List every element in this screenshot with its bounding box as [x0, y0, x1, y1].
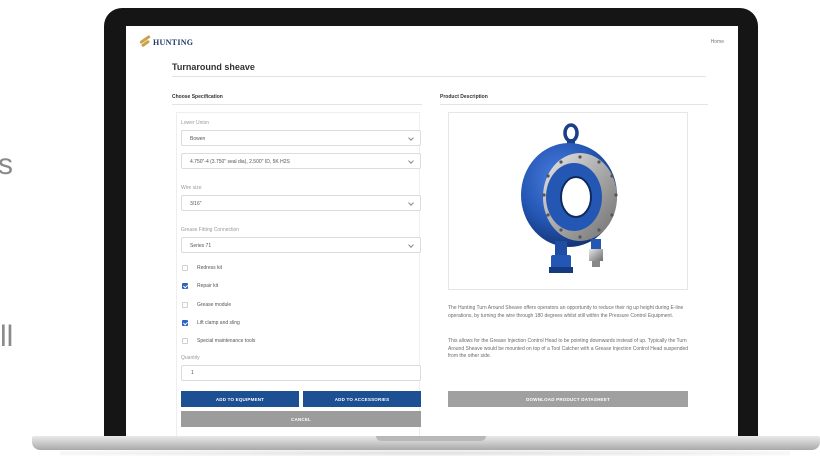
- add-to-accessories-button[interactable]: ADD TO ACCESSORIES: [303, 391, 421, 407]
- checkbox-repair-kit[interactable]: [182, 283, 188, 289]
- lower-union-value: Bowen: [190, 136, 206, 142]
- grease-fitting-select[interactable]: Series 71: [181, 237, 421, 253]
- cancel-button[interactable]: CANCEL: [181, 411, 421, 427]
- option-label: Lift clamp and sling: [197, 320, 240, 326]
- checkbox-special-tools[interactable]: [182, 338, 188, 344]
- checkbox-grease-module[interactable]: [182, 302, 188, 308]
- add-to-equipment-button[interactable]: ADD TO EQUIPMENT: [181, 391, 299, 407]
- option-label: Repair kit: [197, 283, 219, 289]
- union-size-select[interactable]: 4.750"-4 (3.750" seal dia), 2.500" ID, 5…: [181, 153, 421, 169]
- product-image-frame: [448, 112, 688, 290]
- quantity-label: Quantity: [181, 355, 200, 361]
- wire-size-select[interactable]: 3/16": [181, 195, 421, 211]
- stage: s ll HUNTING Home Turnaround sheave Choo…: [0, 0, 820, 458]
- chevron-down-icon: [408, 200, 414, 206]
- page-title: Turnaround sheave: [172, 62, 255, 72]
- option-grease-module[interactable]: Grease module: [182, 302, 231, 308]
- option-repair-kit[interactable]: Repair kit: [182, 283, 218, 289]
- description-paragraph-2: This allows for the Grease Injection Con…: [448, 338, 689, 360]
- option-lift-clamp[interactable]: Lift clamp and sling: [182, 320, 240, 326]
- chevron-down-icon: [408, 135, 414, 141]
- download-datasheet-button[interactable]: DOWNLOAD PRODUCT DATASHEET: [448, 391, 688, 407]
- chevron-down-icon: [408, 242, 414, 248]
- laptop-shadow: [60, 450, 790, 456]
- hunting-logo-icon: [138, 36, 152, 48]
- quantity-input[interactable]: 1: [181, 365, 421, 381]
- description-section-heading: Product Description: [440, 94, 488, 100]
- cropped-text-fragment-top: s: [0, 150, 13, 180]
- chevron-down-icon: [408, 158, 414, 164]
- cropped-text-fragment-bottom: ll: [0, 322, 14, 352]
- home-link[interactable]: Home: [711, 39, 724, 45]
- site-logo[interactable]: HUNTING: [138, 36, 193, 48]
- option-label: Grease module: [197, 302, 232, 308]
- checkbox-lift-clamp[interactable]: [182, 320, 188, 326]
- option-label: Special maintenance tools: [197, 338, 256, 344]
- turnaround-sheave-product-image: [521, 123, 618, 273]
- wire-size-value: 3/16": [190, 201, 202, 207]
- lower-union-label: Lower Union: [181, 120, 210, 126]
- option-special-tools[interactable]: Special maintenance tools: [182, 338, 255, 344]
- option-label: Redress kit: [197, 265, 223, 271]
- laptop-base-notch: [376, 436, 486, 441]
- grease-fitting-value: Series 71: [190, 243, 212, 249]
- description-paragraph-1: The Hunting Turn Around Sheave offers op…: [448, 305, 684, 319]
- grease-fitting-label: Grease Fitting Connection: [181, 227, 240, 233]
- union-size-value: 4.750"-4 (3.750" seal dia), 2.500" ID, 5…: [190, 159, 290, 165]
- spec-section-heading: Choose Specification: [172, 94, 223, 100]
- option-redress-kit[interactable]: Redress kit: [182, 265, 222, 271]
- description-section-divider: [440, 104, 708, 105]
- title-divider: [172, 76, 706, 77]
- spec-section-divider: [172, 104, 422, 105]
- wire-size-label: Wire size: [181, 185, 202, 191]
- logo-text: HUNTING: [153, 37, 194, 47]
- lower-union-select[interactable]: Bowen: [181, 130, 421, 146]
- checkbox-redress-kit[interactable]: [182, 265, 188, 271]
- laptop-screen: HUNTING Home Turnaround sheave Choose Sp…: [126, 26, 738, 436]
